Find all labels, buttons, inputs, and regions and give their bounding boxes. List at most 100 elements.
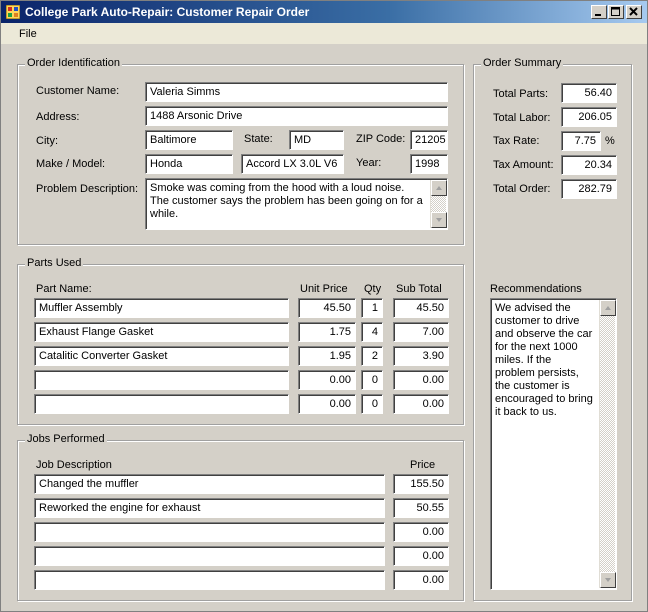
customer-name-label: Customer Name: [36, 85, 120, 97]
unit-price-field[interactable]: 0.00 [298, 370, 356, 390]
subtotal-field[interactable]: 3.90 [393, 346, 449, 366]
job-price-field[interactable]: 0.00 [393, 522, 449, 542]
part-name-field[interactable]: Catalitic Converter Gasket [34, 346, 289, 366]
parts-used-title: Parts Used [25, 257, 84, 269]
state-label: State: [244, 133, 273, 145]
app-icon[interactable] [6, 5, 20, 19]
qty-field[interactable]: 2 [361, 346, 383, 366]
tax-rate-field[interactable]: 7.75 [561, 131, 601, 151]
address-field[interactable]: 1488 Arsonic Drive [145, 106, 448, 126]
recommendations-scrollbar[interactable] [599, 300, 616, 588]
recommendations-label: Recommendations [490, 283, 582, 295]
total-order-label: Total Order: [493, 183, 551, 195]
close-icon [629, 7, 638, 16]
window-title: College Park Auto-Repair: Customer Repai… [25, 5, 310, 19]
order-identification-group: Order Identification Customer Name: Vale… [17, 57, 464, 245]
total-labor-field[interactable]: 206.05 [561, 107, 617, 127]
job-price-field[interactable]: 50.55 [393, 498, 449, 518]
total-order-field[interactable]: 282.79 [561, 179, 617, 199]
order-identification-title: Order Identification [25, 57, 122, 69]
unit-price-header: Unit Price [300, 283, 348, 295]
job-price-field[interactable]: 0.00 [393, 546, 449, 566]
problem-description-text: Smoke was coming from the hood with a lo… [150, 182, 423, 220]
chevron-down-icon [436, 218, 442, 222]
repair-order-window: College Park Auto-Repair: Customer Repai… [0, 0, 648, 612]
jobs-performed-group: Jobs Performed Job Description Price Cha… [17, 433, 464, 601]
title-bar[interactable]: College Park Auto-Repair: Customer Repai… [1, 1, 647, 23]
part-name-field[interactable] [34, 394, 289, 414]
subtotal-field[interactable]: 0.00 [393, 394, 449, 414]
minimize-button[interactable] [591, 5, 607, 19]
part-name-header: Part Name: [36, 283, 92, 295]
job-price-header: Price [410, 459, 436, 471]
order-summary-group: Order Summary Total Parts: 56.40 Total L… [473, 57, 632, 601]
recommendations-field[interactable]: We advised the customer to drive and obs… [490, 298, 617, 590]
problem-scrollbar[interactable] [430, 180, 447, 228]
scroll-up-button[interactable] [431, 180, 447, 196]
scroll-track[interactable] [600, 316, 615, 572]
scroll-track[interactable] [431, 196, 446, 212]
total-parts-field[interactable]: 56.40 [561, 83, 617, 103]
year-field[interactable]: 1998 [410, 154, 448, 174]
scroll-up-button[interactable] [600, 300, 616, 316]
menu-bar: File [1, 23, 647, 45]
address-label: Address: [36, 111, 80, 123]
job-description-field[interactable] [34, 570, 385, 590]
chevron-down-icon [605, 578, 611, 582]
tax-amount-field[interactable]: 20.34 [561, 155, 617, 175]
city-field[interactable]: Baltimore [145, 130, 233, 150]
customer-name-field[interactable]: Valeria Simms [145, 82, 448, 102]
tax-rate-unit: % [605, 135, 615, 147]
state-field[interactable]: MD [289, 130, 344, 150]
zip-code-label: ZIP Code: [356, 133, 406, 145]
city-label: City: [36, 135, 58, 147]
qty-field[interactable]: 0 [361, 394, 383, 414]
recommendations-text: We advised the customer to drive and obs… [495, 302, 593, 418]
year-label: Year: [356, 157, 382, 169]
total-parts-label: Total Parts: [493, 88, 549, 100]
part-name-field[interactable]: Exhaust Flange Gasket [34, 322, 289, 342]
maximize-icon [611, 7, 620, 16]
qty-header: Qty [364, 283, 382, 295]
subtotal-field[interactable]: 0.00 [393, 370, 449, 390]
make-field[interactable]: Honda [145, 154, 233, 174]
part-name-field[interactable] [34, 370, 289, 390]
close-button[interactable] [626, 5, 642, 19]
qty-field[interactable]: 1 [361, 298, 383, 318]
subtotal-field[interactable]: 7.00 [393, 322, 449, 342]
total-labor-label: Total Labor: [493, 112, 551, 124]
unit-price-field[interactable]: 45.50 [298, 298, 356, 318]
maximize-button[interactable] [608, 5, 624, 19]
unit-price-field[interactable]: 0.00 [298, 394, 356, 414]
job-description-field[interactable]: Changed the muffler [34, 474, 385, 494]
qty-field[interactable]: 0 [361, 370, 383, 390]
menu-file[interactable]: File [19, 28, 37, 40]
qty-field[interactable]: 4 [361, 322, 383, 342]
jobs-performed-title: Jobs Performed [25, 433, 107, 445]
scroll-down-button[interactable] [600, 572, 616, 588]
chevron-up-icon [436, 186, 442, 190]
unit-price-field[interactable]: 1.75 [298, 322, 356, 342]
tax-amount-label: Tax Amount: [493, 159, 554, 171]
chevron-up-icon [605, 306, 611, 310]
unit-price-field[interactable]: 1.95 [298, 346, 356, 366]
order-summary-title: Order Summary [481, 57, 564, 69]
job-price-field[interactable]: 0.00 [393, 570, 449, 590]
minimize-icon [595, 14, 601, 16]
job-description-field[interactable] [34, 522, 385, 542]
problem-description-label: Problem Description: [36, 183, 139, 195]
tax-rate-label: Tax Rate: [493, 135, 540, 147]
subtotal-field[interactable]: 45.50 [393, 298, 449, 318]
subtotal-header: Sub Total [396, 283, 442, 295]
job-description-header: Job Description [36, 459, 112, 471]
problem-description-field[interactable]: Smoke was coming from the hood with a lo… [145, 178, 448, 230]
make-model-label: Make / Model: [36, 158, 106, 170]
parts-used-group: Parts Used Part Name: Unit Price Qty Sub… [17, 257, 464, 425]
scroll-down-button[interactable] [431, 212, 447, 228]
job-description-field[interactable] [34, 546, 385, 566]
model-field[interactable]: Accord LX 3.0L V6 [241, 154, 344, 174]
part-name-field[interactable]: Muffler Assembly [34, 298, 289, 318]
job-price-field[interactable]: 155.50 [393, 474, 449, 494]
zip-code-field[interactable]: 21205 [410, 130, 448, 150]
job-description-field[interactable]: Reworked the engine for exhaust [34, 498, 385, 518]
